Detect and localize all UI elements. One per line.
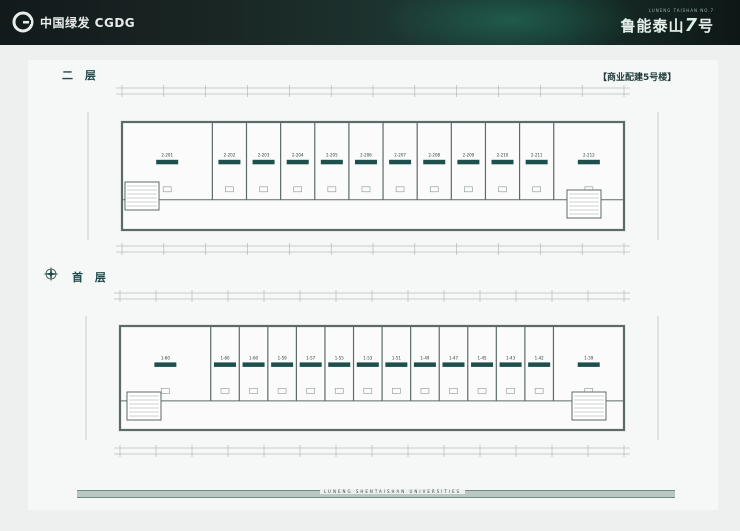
unit-tag [218,159,241,165]
unit-number: 1-60 [220,355,230,360]
unit-number: 1-60 [249,355,259,360]
unit-tag [413,362,436,367]
unit-tag [154,362,177,367]
unit-number: 2-204 [292,153,304,158]
unit-tag [525,159,548,165]
unit-number: 2-201 [161,153,173,158]
unit-tag [491,159,514,165]
unit-number: 1-51 [392,355,402,360]
unit-tag [271,362,294,367]
unit-tag [577,362,600,367]
unit-tag [354,159,377,165]
unit-number: 2-208 [428,153,440,158]
unit-tag [286,159,309,165]
unit-number: 2-211 [531,153,543,158]
unit-tag [471,362,494,367]
unit-number: 1-49 [420,355,430,360]
exterior-wall [120,120,626,232]
unit-tag [252,159,275,165]
unit-number: 1-57 [306,355,316,360]
unit-number: 1-42 [535,355,545,360]
unit-tag [577,159,600,165]
unit-number: 1-59 [278,355,288,360]
unit-tag [156,159,179,165]
unit-tag [356,362,379,367]
unit-tag [320,159,343,165]
unit-number: 1-45 [478,355,488,360]
exterior-wall [118,324,626,432]
unit-number: 1-53 [363,355,373,360]
unit-tag [328,362,351,367]
unit-tag [457,159,480,165]
unit-tag [389,159,412,165]
unit-number: 1-55 [335,355,345,360]
unit-number: 1-43 [506,355,516,360]
unit-number: 2-202 [224,153,236,158]
unit-number: 2-203 [258,153,270,158]
floor-plan-drawing: 2-201 2-202 2-203 2-204 2-205 2-206 2-207 2-208… [85,85,659,457]
unit-number: 2-212 [583,153,595,158]
unit-tag [499,362,522,367]
unit-tag [423,159,446,165]
unit-tag [214,362,236,367]
unit-tag [442,362,465,367]
unit-tag [528,362,551,367]
unit-tag [385,362,408,367]
unit-tag [242,362,265,367]
unit-number: 2-210 [497,153,509,158]
unit-number: 1-47 [449,355,459,360]
unit-number: 2-205 [326,153,338,158]
unit-number: 1-39 [584,355,594,360]
unit-tag [299,362,322,367]
footer-text: LUNENG SHENTAISHAN UNIVERSITIES [320,489,466,494]
unit-number: 1-60 [161,355,171,360]
unit-number: 2-209 [463,153,475,158]
unit-number: 2-206 [360,153,372,158]
unit-number: 2-207 [394,153,406,158]
